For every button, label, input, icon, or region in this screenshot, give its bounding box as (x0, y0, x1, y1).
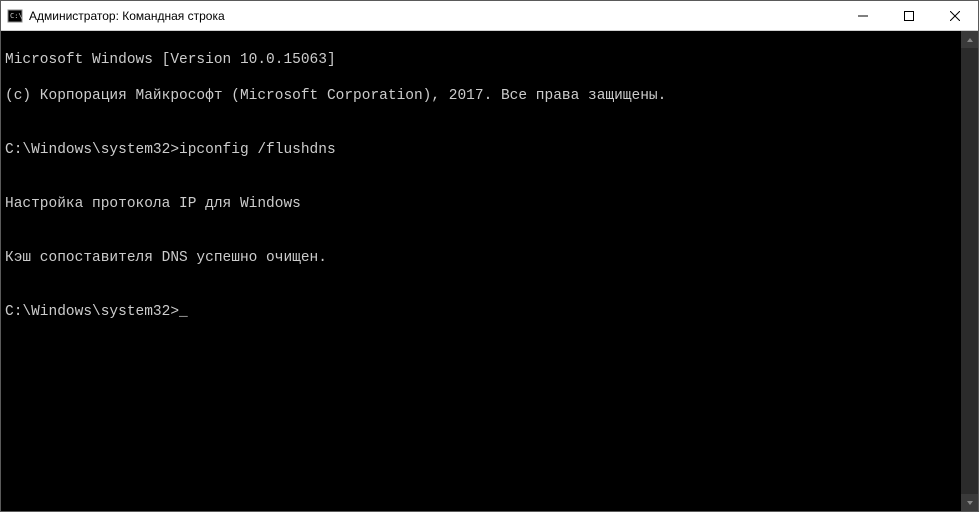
terminal-line: Кэш сопоставителя DNS успешно очищен. (5, 249, 957, 267)
terminal-line: C:\Windows\system32>_ (5, 303, 957, 321)
minimize-button[interactable] (840, 1, 886, 30)
terminal-line: Microsoft Windows [Version 10.0.15063] (5, 51, 957, 69)
scroll-down-arrow-icon[interactable] (961, 494, 978, 511)
terminal-line: Настройка протокола IP для Windows (5, 195, 957, 213)
terminal-content[interactable]: Microsoft Windows [Version 10.0.15063] (… (1, 31, 961, 511)
scroll-up-arrow-icon[interactable] (961, 31, 978, 48)
scroll-track[interactable] (961, 48, 978, 494)
titlebar-left: C:\ Администратор: Командная строка (7, 8, 225, 24)
terminal-line: (c) Корпорация Майкрософт (Microsoft Cor… (5, 87, 957, 105)
terminal-area: Microsoft Windows [Version 10.0.15063] (… (1, 31, 978, 511)
window-title: Администратор: Командная строка (29, 9, 225, 23)
maximize-button[interactable] (886, 1, 932, 30)
terminal-line: C:\Windows\system32>ipconfig /flushdns (5, 141, 957, 159)
titlebar[interactable]: C:\ Администратор: Командная строка (1, 1, 978, 31)
close-button[interactable] (932, 1, 978, 30)
cmd-icon: C:\ (7, 8, 23, 24)
window-controls (840, 1, 978, 30)
command-prompt-window: C:\ Администратор: Командная строка Micr… (0, 0, 979, 512)
vertical-scrollbar[interactable] (961, 31, 978, 511)
svg-text:C:\: C:\ (10, 12, 23, 20)
